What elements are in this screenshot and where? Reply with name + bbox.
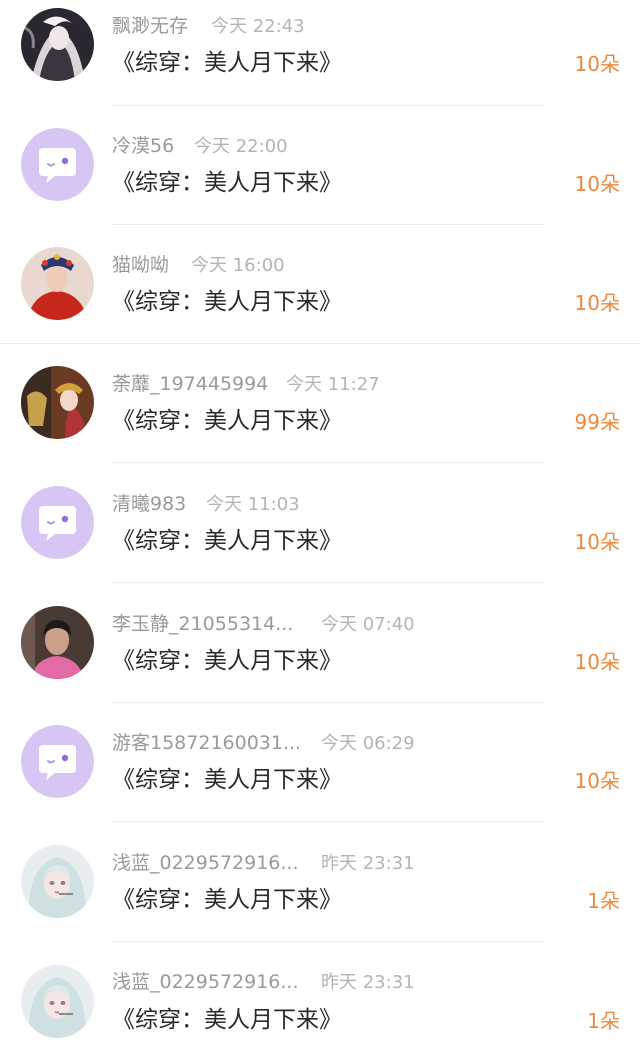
username[interactable]: 游客15872160031... [112, 731, 301, 755]
list-item[interactable]: 李玉静_21055314... 今天 07:40 《综穿：美人月下来》 10朵 [0, 596, 640, 715]
gift-count: 10朵 [574, 52, 620, 76]
gift-count: 10朵 [574, 769, 620, 793]
divider [112, 582, 544, 583]
divider [112, 105, 544, 106]
timestamp: 今天 07:40 [321, 614, 415, 635]
book-title[interactable]: 《综穿：美人月下来》 [112, 765, 342, 795]
timestamp: 今天 16:00 [191, 255, 285, 276]
book-title[interactable]: 《综穿：美人月下来》 [112, 287, 342, 317]
silver-hair-avatar[interactable] [21, 845, 94, 918]
gift-record-list: 飘渺无存 今天 22:43 《综穿：美人月下来》 10朵 冷漠56 今天 22:… [0, 0, 640, 1061]
book-title[interactable]: 《综穿：美人月下来》 [112, 168, 342, 198]
default-chat-avatar[interactable] [21, 725, 94, 798]
book-title[interactable]: 《综穿：美人月下来》 [112, 526, 342, 556]
divider [112, 224, 544, 225]
list-item[interactable]: 荼蘼_197445994 今天 11:27 《综穿：美人月下来》 99朵 [0, 357, 640, 476]
list-item[interactable]: 飘渺无存 今天 22:43 《综穿：美人月下来》 10朵 [0, 0, 640, 119]
timestamp: 昨天 23:31 [321, 853, 415, 874]
timestamp: 今天 22:43 [211, 16, 305, 37]
default-chat-avatar[interactable] [21, 128, 94, 201]
gift-count: 10朵 [574, 291, 620, 315]
silver-hair-avatar[interactable] [21, 965, 94, 1038]
timestamp: 昨天 23:31 [321, 972, 415, 993]
username[interactable]: 猫呦呦 [112, 253, 169, 277]
book-title[interactable]: 《综穿：美人月下来》 [112, 1005, 342, 1035]
gift-count: 99朵 [574, 410, 620, 434]
book-title[interactable]: 《综穿：美人月下来》 [112, 406, 342, 436]
book-title[interactable]: 《综穿：美人月下来》 [112, 48, 342, 78]
timestamp: 今天 11:27 [286, 374, 380, 395]
username[interactable]: 冷漠56 [112, 134, 174, 158]
photo-avatar[interactable] [21, 606, 94, 679]
list-item[interactable]: 浅蓝_0229572916... 昨天 23:31 《综穿：美人月下来》 1朵 [0, 954, 640, 1061]
username[interactable]: 浅蓝_0229572916... [112, 970, 299, 994]
list-item[interactable]: 猫呦呦 今天 16:00 《综穿：美人月下来》 10朵 [0, 238, 640, 357]
red-costume-avatar[interactable] [21, 247, 94, 320]
divider [112, 941, 544, 942]
list-item[interactable]: 游客15872160031... 今天 06:29 《综穿：美人月下来》 10朵 [0, 715, 640, 834]
gift-count: 1朵 [587, 889, 620, 913]
book-title[interactable]: 《综穿：美人月下来》 [112, 885, 342, 915]
divider [112, 821, 544, 822]
gift-count: 10朵 [574, 172, 620, 196]
book-title[interactable]: 《综穿：美人月下来》 [112, 646, 342, 676]
gift-count: 1朵 [587, 1009, 620, 1033]
username[interactable]: 浅蓝_0229572916... [112, 851, 299, 875]
divider [0, 343, 640, 344]
timestamp: 今天 06:29 [321, 733, 415, 754]
opera-avatar[interactable] [21, 366, 94, 439]
timestamp: 今天 11:03 [206, 494, 300, 515]
username[interactable]: 清曦983 [112, 492, 186, 516]
gift-count: 10朵 [574, 650, 620, 674]
divider [112, 702, 544, 703]
list-item[interactable]: 清曦983 今天 11:03 《综穿：美人月下来》 10朵 [0, 476, 640, 595]
list-item[interactable]: 冷漠56 今天 22:00 《综穿：美人月下来》 10朵 [0, 119, 640, 238]
timestamp: 今天 22:00 [194, 136, 288, 157]
username[interactable]: 李玉静_21055314... [112, 612, 293, 636]
username[interactable]: 荼蘼_197445994 [112, 372, 268, 396]
divider [112, 462, 544, 463]
username[interactable]: 飘渺无存 [112, 14, 188, 38]
default-chat-avatar[interactable] [21, 486, 94, 559]
dark-anime-avatar[interactable] [21, 8, 94, 81]
gift-count: 10朵 [574, 530, 620, 554]
list-item[interactable]: 浅蓝_0229572916... 昨天 23:31 《综穿：美人月下来》 1朵 [0, 835, 640, 954]
